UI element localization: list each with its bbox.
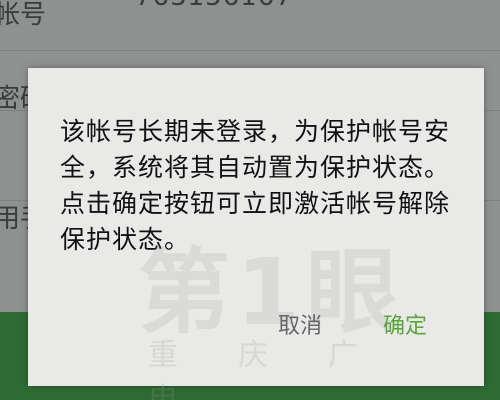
- protection-dialog: 该帐号长期未登录，为保护帐号安全，系统将其自动置为保护状态。点击确定按钮可立即激…: [28, 68, 484, 400]
- account-row[interactable]: 帐号 763156167: [0, 0, 500, 51]
- cancel-button[interactable]: 取消: [278, 308, 322, 340]
- dialog-message: 该帐号长期未登录，为保护帐号安全，系统将其自动置为保护状态。点击确定按钮可立即激…: [60, 117, 451, 254]
- account-label: 帐号: [0, 0, 47, 30]
- screen: 帐号 763156167 密码 用手 该帐号长期未登录，为保护帐号安全，系统将其…: [0, 0, 500, 400]
- account-value: 763156167: [135, 0, 293, 12]
- confirm-button[interactable]: 确定: [383, 308, 427, 340]
